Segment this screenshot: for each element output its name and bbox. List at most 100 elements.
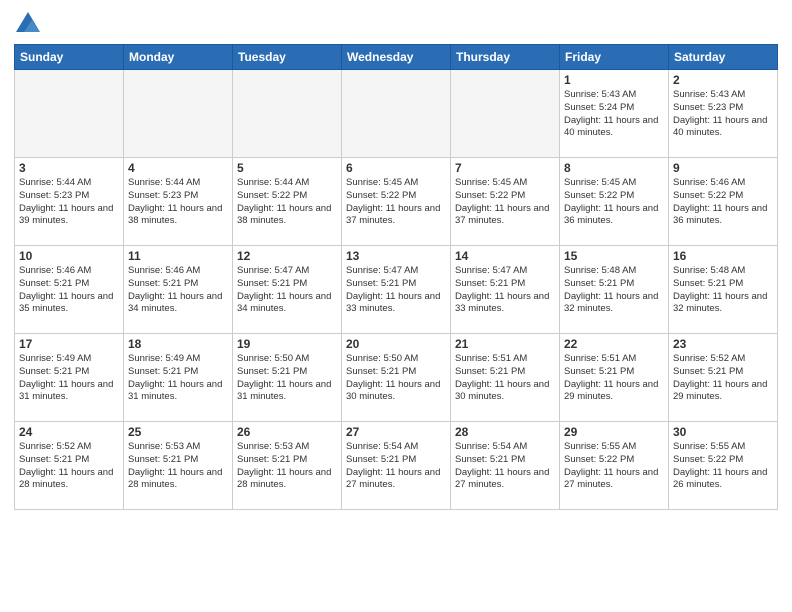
day-number: 26	[237, 425, 337, 439]
cell-info: Sunrise: 5:51 AM Sunset: 5:21 PM Dayligh…	[455, 353, 555, 404]
day-number: 15	[564, 249, 664, 263]
cell-info: Sunrise: 5:55 AM Sunset: 5:22 PM Dayligh…	[564, 441, 664, 492]
weekday-header-saturday: Saturday	[669, 45, 778, 70]
cell-info: Sunrise: 5:48 AM Sunset: 5:21 PM Dayligh…	[673, 265, 773, 316]
day-number: 24	[19, 425, 119, 439]
calendar-cell: 12Sunrise: 5:47 AM Sunset: 5:21 PM Dayli…	[233, 246, 342, 334]
cell-info: Sunrise: 5:46 AM Sunset: 5:22 PM Dayligh…	[673, 177, 773, 228]
cell-info: Sunrise: 5:51 AM Sunset: 5:21 PM Dayligh…	[564, 353, 664, 404]
weekday-header-row: SundayMondayTuesdayWednesdayThursdayFrid…	[15, 45, 778, 70]
cell-info: Sunrise: 5:55 AM Sunset: 5:22 PM Dayligh…	[673, 441, 773, 492]
cell-info: Sunrise: 5:53 AM Sunset: 5:21 PM Dayligh…	[237, 441, 337, 492]
week-row-4: 17 Sunrise: 5:49 AM Sunset: 5:21 PM Dayli…	[15, 334, 778, 422]
cell-info: Sunrise: 5:48 AM Sunset: 5:21 PM Dayligh…	[564, 265, 664, 316]
cell-info: Sunrise: 5:46 AM Sunset: 5:21 PM Dayligh…	[128, 265, 228, 316]
weekday-header-thursday: Thursday	[451, 45, 560, 70]
page: SundayMondayTuesdayWednesdayThursdayFrid…	[0, 0, 792, 612]
weekday-header-wednesday: Wednesday	[342, 45, 451, 70]
day-number: 21	[455, 337, 555, 351]
calendar-cell	[451, 70, 560, 158]
calendar-cell: 17 Sunrise: 5:49 AM Sunset: 5:21 PM Dayli…	[15, 334, 124, 422]
day-number: 30	[673, 425, 773, 439]
week-row-5: 24 Sunrise: 5:52 AM Sunset: 5:21 PM Dayli…	[15, 422, 778, 510]
weekday-header-sunday: Sunday	[15, 45, 124, 70]
calendar-cell: 13 Sunrise: 5:47 AM Sunset: 5:21 PM Dayli…	[342, 246, 451, 334]
week-row-1: 1Sunrise: 5:43 AM Sunset: 5:24 PM Daylig…	[15, 70, 778, 158]
calendar-cell	[342, 70, 451, 158]
day-number: 23	[673, 337, 773, 351]
cell-info: Sunrise: 5:46 AM Sunset: 5:21 PM Dayligh…	[19, 265, 119, 316]
calendar-cell: 19 Sunrise: 5:50 AM Sunset: 5:21 PM Dayli…	[233, 334, 342, 422]
cell-info: Sunrise: 5:50 AM Sunset: 5:21 PM Dayligh…	[237, 353, 337, 404]
cell-info: Sunrise: 5:53 AM Sunset: 5:21 PM Dayligh…	[128, 441, 228, 492]
day-number: 27	[346, 425, 446, 439]
calendar-cell: 5 Sunrise: 5:44 AM Sunset: 5:22 PM Daylig…	[233, 158, 342, 246]
day-number: 14	[455, 249, 555, 263]
calendar-cell: 23 Sunrise: 5:52 AM Sunset: 5:21 PM Dayli…	[669, 334, 778, 422]
cell-info: Sunrise: 5:43 AM Sunset: 5:24 PM Dayligh…	[564, 89, 664, 140]
day-number: 3	[19, 161, 119, 175]
calendar-cell: 4 Sunrise: 5:44 AM Sunset: 5:23 PM Daylig…	[124, 158, 233, 246]
day-number: 18	[128, 337, 228, 351]
cell-info: Sunrise: 5:52 AM Sunset: 5:21 PM Dayligh…	[19, 441, 119, 492]
day-number: 9	[673, 161, 773, 175]
day-number: 29	[564, 425, 664, 439]
calendar-cell: 11 Sunrise: 5:46 AM Sunset: 5:21 PM Dayli…	[124, 246, 233, 334]
day-number: 22	[564, 337, 664, 351]
calendar-cell: 6 Sunrise: 5:45 AM Sunset: 5:22 PM Daylig…	[342, 158, 451, 246]
calendar-cell: 20 Sunrise: 5:50 AM Sunset: 5:21 PM Dayli…	[342, 334, 451, 422]
calendar-cell: 1Sunrise: 5:43 AM Sunset: 5:24 PM Daylig…	[560, 70, 669, 158]
calendar-table: SundayMondayTuesdayWednesdayThursdayFrid…	[14, 44, 778, 510]
day-number: 28	[455, 425, 555, 439]
day-number: 11	[128, 249, 228, 263]
calendar-cell: 27 Sunrise: 5:54 AM Sunset: 5:21 PM Dayli…	[342, 422, 451, 510]
calendar-cell	[233, 70, 342, 158]
calendar-cell: 10 Sunrise: 5:46 AM Sunset: 5:21 PM Dayli…	[15, 246, 124, 334]
calendar-cell: 15 Sunrise: 5:48 AM Sunset: 5:21 PM Dayli…	[560, 246, 669, 334]
calendar-cell: 16 Sunrise: 5:48 AM Sunset: 5:21 PM Dayli…	[669, 246, 778, 334]
calendar-cell: 18 Sunrise: 5:49 AM Sunset: 5:21 PM Dayli…	[124, 334, 233, 422]
day-number: 6	[346, 161, 446, 175]
weekday-header-tuesday: Tuesday	[233, 45, 342, 70]
week-row-3: 10 Sunrise: 5:46 AM Sunset: 5:21 PM Dayli…	[15, 246, 778, 334]
day-number: 2	[673, 73, 773, 87]
cell-info: Sunrise: 5:47 AM Sunset: 5:21 PM Dayligh…	[237, 265, 337, 316]
day-number: 16	[673, 249, 773, 263]
day-number: 19	[237, 337, 337, 351]
day-number: 5	[237, 161, 337, 175]
calendar-cell: 22 Sunrise: 5:51 AM Sunset: 5:21 PM Dayli…	[560, 334, 669, 422]
calendar-cell: 21 Sunrise: 5:51 AM Sunset: 5:21 PM Dayli…	[451, 334, 560, 422]
day-number: 7	[455, 161, 555, 175]
weekday-header-monday: Monday	[124, 45, 233, 70]
cell-info: Sunrise: 5:49 AM Sunset: 5:21 PM Dayligh…	[128, 353, 228, 404]
cell-info: Sunrise: 5:44 AM Sunset: 5:22 PM Dayligh…	[237, 177, 337, 228]
cell-info: Sunrise: 5:45 AM Sunset: 5:22 PM Dayligh…	[346, 177, 446, 228]
cell-info: Sunrise: 5:45 AM Sunset: 5:22 PM Dayligh…	[455, 177, 555, 228]
day-number: 4	[128, 161, 228, 175]
header	[14, 10, 778, 38]
cell-info: Sunrise: 5:54 AM Sunset: 5:21 PM Dayligh…	[346, 441, 446, 492]
day-number: 13	[346, 249, 446, 263]
calendar-cell: 30 Sunrise: 5:55 AM Sunset: 5:22 PM Dayli…	[669, 422, 778, 510]
cell-info: Sunrise: 5:45 AM Sunset: 5:22 PM Dayligh…	[564, 177, 664, 228]
calendar-cell: 3 Sunrise: 5:44 AM Sunset: 5:23 PM Daylig…	[15, 158, 124, 246]
calendar-cell: 25 Sunrise: 5:53 AM Sunset: 5:21 PM Dayli…	[124, 422, 233, 510]
day-number: 17	[19, 337, 119, 351]
cell-info: Sunrise: 5:44 AM Sunset: 5:23 PM Dayligh…	[128, 177, 228, 228]
day-number: 20	[346, 337, 446, 351]
cell-info: Sunrise: 5:47 AM Sunset: 5:21 PM Dayligh…	[346, 265, 446, 316]
day-number: 10	[19, 249, 119, 263]
cell-info: Sunrise: 5:50 AM Sunset: 5:21 PM Dayligh…	[346, 353, 446, 404]
logo-icon	[14, 10, 42, 38]
calendar-cell: 9 Sunrise: 5:46 AM Sunset: 5:22 PM Daylig…	[669, 158, 778, 246]
cell-info: Sunrise: 5:47 AM Sunset: 5:21 PM Dayligh…	[455, 265, 555, 316]
cell-info: Sunrise: 5:52 AM Sunset: 5:21 PM Dayligh…	[673, 353, 773, 404]
day-number: 25	[128, 425, 228, 439]
calendar-cell	[15, 70, 124, 158]
calendar-cell: 26 Sunrise: 5:53 AM Sunset: 5:21 PM Dayli…	[233, 422, 342, 510]
cell-info: Sunrise: 5:43 AM Sunset: 5:23 PM Dayligh…	[673, 89, 773, 140]
calendar-cell: 24 Sunrise: 5:52 AM Sunset: 5:21 PM Dayli…	[15, 422, 124, 510]
logo	[14, 10, 45, 38]
cell-info: Sunrise: 5:49 AM Sunset: 5:21 PM Dayligh…	[19, 353, 119, 404]
cell-info: Sunrise: 5:44 AM Sunset: 5:23 PM Dayligh…	[19, 177, 119, 228]
